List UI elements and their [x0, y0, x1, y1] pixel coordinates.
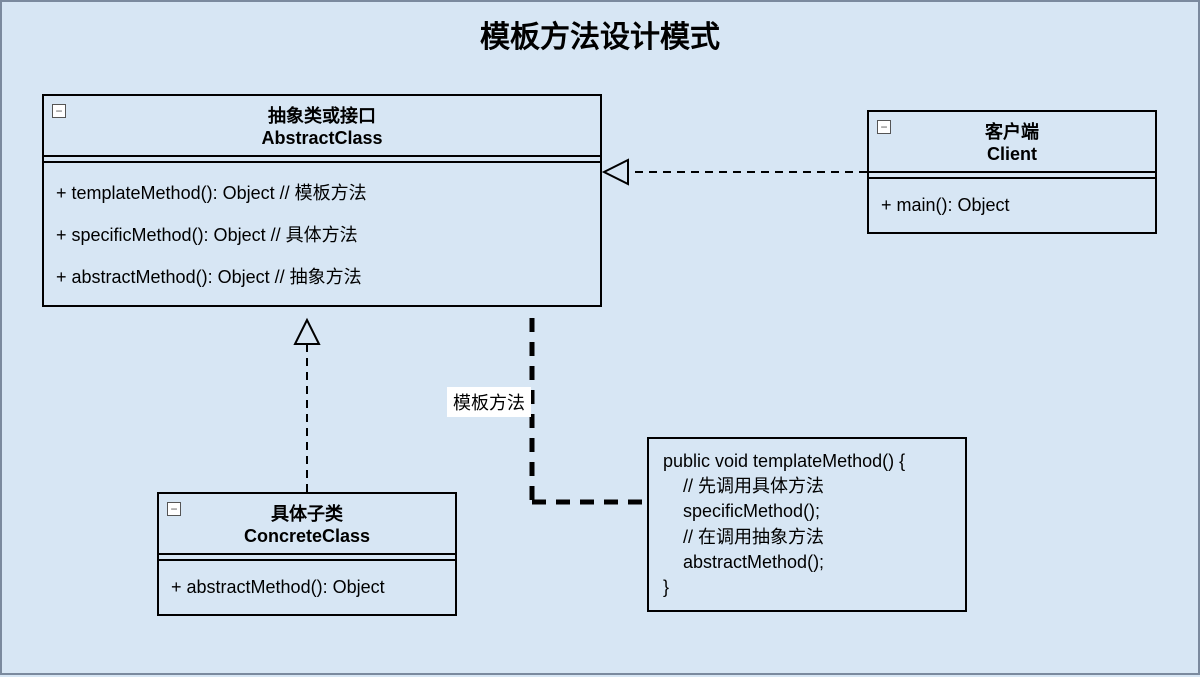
- client-name: Client: [879, 144, 1145, 165]
- concrete-class-name: ConcreteClass: [169, 526, 445, 547]
- method-row: + abstractMethod(): Object // 抽象方法: [56, 255, 588, 297]
- client-box: − 客户端 Client + main(): Object: [867, 110, 1157, 234]
- method-row: + main(): Object: [881, 187, 1143, 224]
- collapse-icon[interactable]: −: [52, 104, 66, 118]
- concrete-class-body: + abstractMethod(): Object: [159, 561, 455, 614]
- connector-label: 模板方法: [447, 387, 531, 417]
- client-subtitle: 客户端: [879, 118, 1145, 144]
- code-box: public void templateMethod() { // 先调用具体方…: [647, 437, 967, 612]
- client-header: − 客户端 Client: [869, 112, 1155, 173]
- concrete-class-box: − 具体子类 ConcreteClass + abstractMethod():…: [157, 492, 457, 616]
- method-row: + templateMethod(): Object // 模板方法: [56, 171, 588, 213]
- abstract-class-header: − 抽象类或接口 AbstractClass: [44, 96, 600, 157]
- abstract-class-subtitle: 抽象类或接口: [54, 102, 590, 128]
- method-row: + abstractMethod(): Object: [171, 569, 443, 606]
- collapse-icon[interactable]: −: [167, 502, 181, 516]
- concrete-class-header: − 具体子类 ConcreteClass: [159, 494, 455, 555]
- client-body: + main(): Object: [869, 179, 1155, 232]
- abstract-class-body: + templateMethod(): Object // 模板方法 + spe…: [44, 163, 600, 305]
- abstract-class-box: − 抽象类或接口 AbstractClass + templateMethod(…: [42, 94, 602, 307]
- concrete-class-subtitle: 具体子类: [169, 500, 445, 526]
- method-row: + specificMethod(): Object // 具体方法: [56, 213, 588, 255]
- diagram-title: 模板方法设计模式: [2, 12, 1198, 56]
- abstract-class-name: AbstractClass: [54, 128, 590, 149]
- collapse-icon[interactable]: −: [877, 120, 891, 134]
